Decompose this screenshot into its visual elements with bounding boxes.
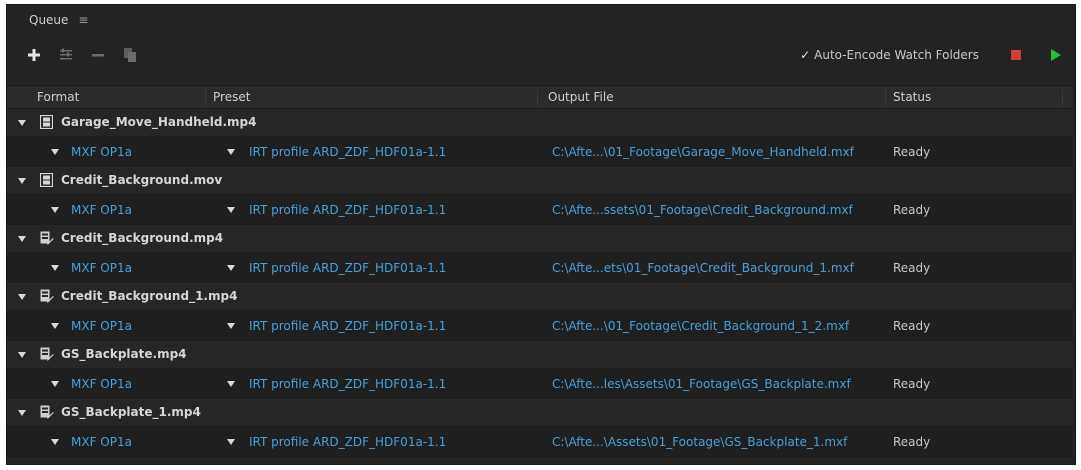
collapse-triangle-icon[interactable] [18,294,26,300]
format-dropdown-icon[interactable] [51,439,59,445]
status-text: Ready [893,319,931,333]
queue-item-row[interactable]: GS_Backplate.mp4 [7,341,1073,369]
preset-dropdown-icon[interactable] [227,381,235,387]
column-preset[interactable]: Preset [213,90,250,104]
queue-panel: Queue ≡ ✓ Auto-Encode Watch Folders Form… [6,4,1076,465]
status-text: Ready [893,377,931,391]
queue-item-name: Credit_Background.mp4 [61,231,224,245]
preset-dropdown-icon[interactable] [227,207,235,213]
film-icon [39,172,54,188]
format-dropdown[interactable]: MXF OP1a [71,319,132,333]
output-row[interactable]: MXF OP1a IRT profile ARD_ZDF_HDF01a-1.1 C:… [7,311,1073,341]
output-file-link[interactable]: C:\Afte...ssets\01_Footage\Credit_Backgr… [552,203,853,217]
queue-item-name: Credit_Background_1.mp4 [61,289,238,303]
panel-menu-icon[interactable]: ≡ [78,13,88,27]
collapse-triangle-icon[interactable] [18,178,26,184]
preset-link[interactable]: IRT profile ARD_ZDF_HDF01a-1.1 [249,145,446,159]
status-text: Ready [893,261,931,275]
column-output-file[interactable]: Output File [548,90,614,104]
column-status[interactable]: Status [893,90,931,104]
column-divider[interactable] [1062,89,1063,105]
collapse-triangle-icon[interactable] [18,120,26,126]
preset-link[interactable]: IRT profile ARD_ZDF_HDF01a-1.1 [249,203,446,217]
format-dropdown-icon[interactable] [51,381,59,387]
column-divider[interactable] [205,89,206,105]
output-row[interactable]: MXF OP1a IRT profile ARD_ZDF_HDF01a-1.1 C:… [7,137,1073,167]
format-dropdown[interactable]: MXF OP1a [71,377,132,391]
queue-item-name: Garage_Move_Handheld.mp4 [61,115,257,129]
queue-item-row[interactable]: Credit_Background_1.mp4 [7,283,1073,311]
output-file-link[interactable]: C:\Afte...les\Assets\01_Footage\GS_Backp… [552,377,851,391]
queue-item-name: GS_Backplate_1.mp4 [61,405,201,419]
clip-edit-icon [40,347,54,361]
collapse-triangle-icon[interactable] [18,352,26,358]
panel-title[interactable]: Queue [29,13,68,27]
preset-link[interactable]: IRT profile ARD_ZDF_HDF01a-1.1 [249,377,446,391]
output-row[interactable]: MXF OP1a IRT profile ARD_ZDF_HDF01a-1.1 C:… [7,427,1073,457]
auto-encode-label: Auto-Encode Watch Folders [814,48,979,62]
queue-item-name: Credit_Background.mov [61,173,223,187]
queue-item-row[interactable]: Credit_Background.mov [7,167,1073,195]
preset-dropdown-icon[interactable] [227,265,235,271]
output-row[interactable]: MXF OP1a IRT profile ARD_ZDF_HDF01a-1.1 C:… [7,195,1073,225]
format-dropdown[interactable]: MXF OP1a [71,145,132,159]
status-text: Ready [893,203,931,217]
column-divider[interactable] [885,89,886,105]
output-file-link[interactable]: C:\Afte...\01_Footage\Garage_Move_Handhe… [552,145,854,159]
plus-icon[interactable] [25,46,43,64]
format-dropdown-icon[interactable] [51,207,59,213]
column-header-row: Format Preset Output File Status [7,85,1073,109]
preset-dropdown-icon[interactable] [227,323,235,329]
preset-link[interactable]: IRT profile ARD_ZDF_HDF01a-1.1 [249,319,446,333]
format-dropdown-icon[interactable] [51,149,59,155]
preset-link[interactable]: IRT profile ARD_ZDF_HDF01a-1.1 [249,435,446,449]
format-dropdown[interactable]: MXF OP1a [71,261,132,275]
queue-item-row[interactable]: Garage_Move_Handheld.mp4 [7,109,1073,137]
preset-dropdown-icon[interactable] [227,439,235,445]
collapse-triangle-icon[interactable] [18,410,26,416]
output-row[interactable]: MXF OP1a IRT profile ARD_ZDF_HDF01a-1.1 C:… [7,369,1073,399]
format-dropdown[interactable]: MXF OP1a [71,203,132,217]
toolbar-right: ✓ Auto-Encode Watch Folders [800,35,1061,75]
checkmark-icon: ✓ [800,48,811,62]
output-file-link[interactable]: C:\Afte...ets\01_Footage\Credit_Backgrou… [552,261,854,275]
duplicate-icon[interactable] [121,46,139,64]
toolbar: ✓ Auto-Encode Watch Folders [7,35,1075,75]
queue-item-name: GS_Backplate.mp4 [61,347,187,361]
format-dropdown-icon[interactable] [51,323,59,329]
start-queue-button[interactable] [1051,49,1061,61]
panel-header: Queue ≡ [7,5,1075,35]
output-file-link[interactable]: C:\Afte...\01_Footage\Credit_Background_… [552,319,849,333]
status-text: Ready [893,435,931,449]
minus-icon[interactable] [89,46,107,64]
preset-link[interactable]: IRT profile ARD_ZDF_HDF01a-1.1 [249,261,446,275]
queue-item-row[interactable]: GS_Backplate_1.mp4 [7,399,1073,427]
clip-edit-icon [40,289,54,303]
queue-item-row[interactable]: Credit_Background.mp4 [7,225,1073,253]
format-dropdown-icon[interactable] [51,265,59,271]
collapse-triangle-icon[interactable] [18,236,26,242]
format-dropdown[interactable]: MXF OP1a [71,435,132,449]
preset-dropdown-icon[interactable] [227,149,235,155]
clip-edit-icon [40,231,54,245]
output-file-link[interactable]: C:\Afte...\Assets\01_Footage\GS_Backplat… [552,435,847,449]
output-row[interactable]: MXF OP1a IRT profile ARD_ZDF_HDF01a-1.1 C:… [7,253,1073,283]
film-icon [39,114,54,130]
auto-encode-checkbox[interactable]: ✓ Auto-Encode Watch Folders [800,48,979,62]
list-settings-icon[interactable] [57,46,75,64]
status-text: Ready [893,145,931,159]
queue-table: Format Preset Output File Status Garage_… [7,85,1073,457]
column-divider[interactable] [537,89,538,105]
stop-queue-button[interactable] [1011,50,1021,60]
column-format[interactable]: Format [37,90,79,104]
clip-edit-icon [40,405,54,419]
